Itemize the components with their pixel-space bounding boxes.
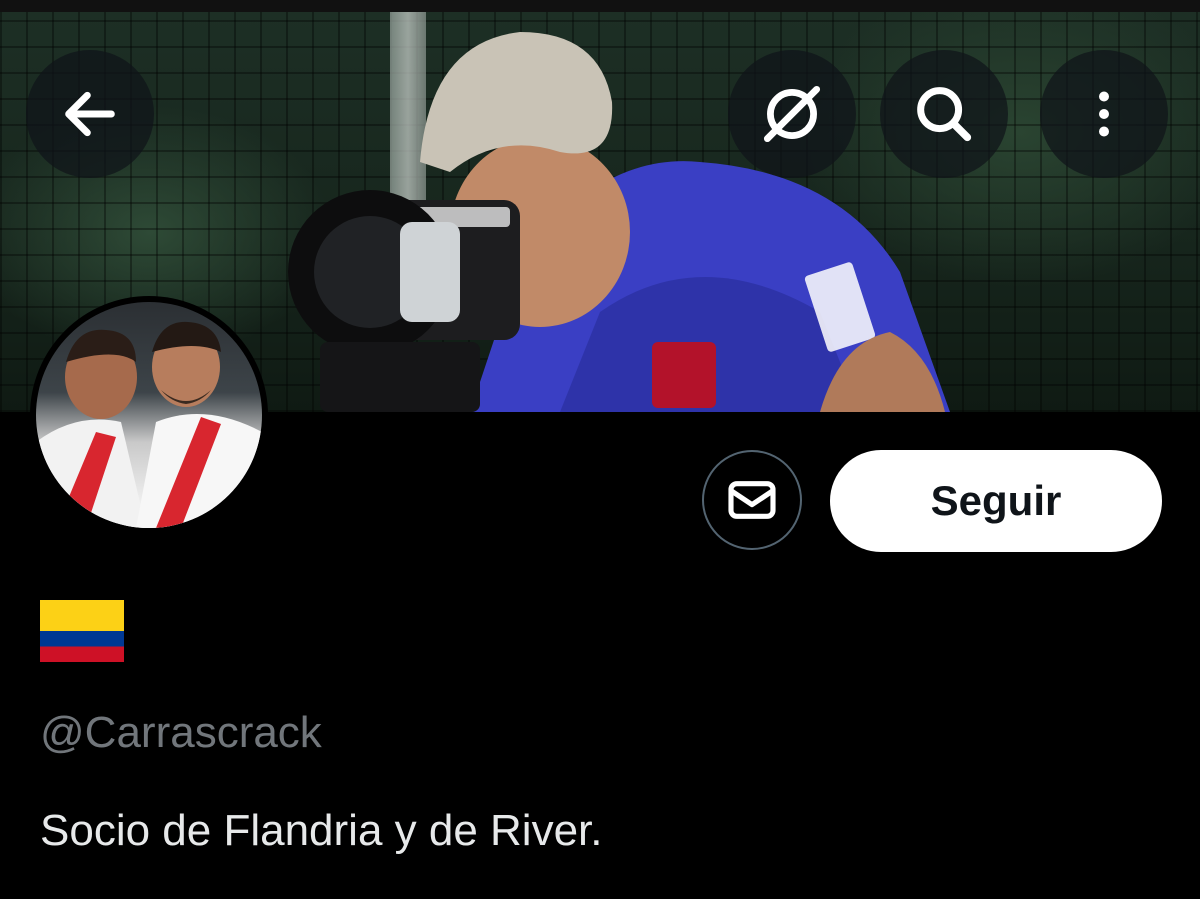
colombia-flag-icon	[40, 600, 124, 662]
back-button[interactable]	[26, 50, 154, 178]
search-icon	[917, 87, 972, 142]
profile-bio: Socio de Flandria y de River.	[40, 806, 603, 855]
display-name	[40, 600, 124, 662]
follow-button[interactable]: Seguir	[830, 450, 1162, 552]
avatar-photo	[36, 302, 262, 528]
profile-handle: @Carrascrack	[40, 708, 322, 757]
search-button[interactable]	[880, 50, 1008, 178]
translate-button[interactable]	[728, 50, 856, 178]
message-button[interactable]	[702, 450, 802, 550]
more-vertical-icon	[1099, 91, 1109, 137]
more-button[interactable]	[1040, 50, 1168, 178]
profile-avatar[interactable]	[30, 296, 268, 534]
arrow-left-icon	[65, 91, 115, 137]
status-strip	[0, 0, 1200, 12]
envelope-icon	[728, 481, 776, 519]
translate-off-icon	[763, 85, 821, 143]
